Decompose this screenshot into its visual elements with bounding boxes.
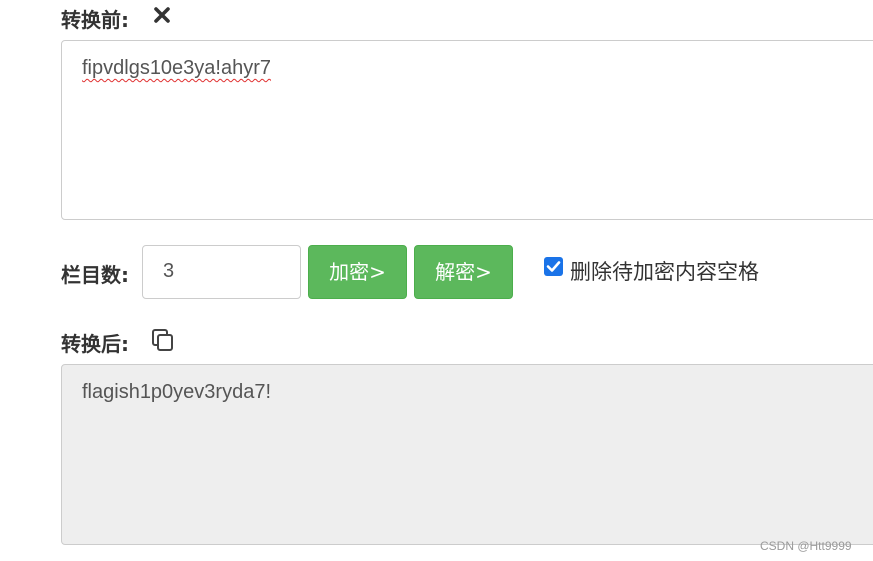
- watermark: CSDN @Htt9999: [760, 539, 852, 553]
- after-label: 转换后:: [61, 332, 129, 356]
- ciphertext-output[interactable]: flagish1p0yev3ryda7!: [61, 364, 873, 545]
- close-icon[interactable]: [152, 5, 172, 25]
- columns-label: 栏目数:: [61, 263, 129, 287]
- checkmark-icon: [546, 261, 561, 272]
- before-label: 转换前:: [61, 8, 129, 32]
- cipher-tool-page: 转换前: fipvdlgs10e3ya!ahyr7 栏目数: 3 加密> 解密>…: [0, 0, 873, 561]
- columns-value[interactable]: 3: [163, 260, 174, 283]
- columns-input[interactable]: 3: [142, 245, 301, 299]
- remove-spaces-checkbox[interactable]: [544, 257, 563, 276]
- decrypt-button[interactable]: 解密>: [414, 245, 513, 299]
- remove-spaces-label[interactable]: 删除待加密内容空格: [570, 256, 759, 286]
- plaintext-input[interactable]: fipvdlgs10e3ya!ahyr7: [61, 40, 873, 220]
- plaintext-value[interactable]: fipvdlgs10e3ya!ahyr7: [82, 57, 271, 80]
- ciphertext-value: flagish1p0yev3ryda7!: [82, 381, 272, 403]
- copy-icon[interactable]: [151, 328, 175, 352]
- encrypt-button[interactable]: 加密>: [308, 245, 407, 299]
